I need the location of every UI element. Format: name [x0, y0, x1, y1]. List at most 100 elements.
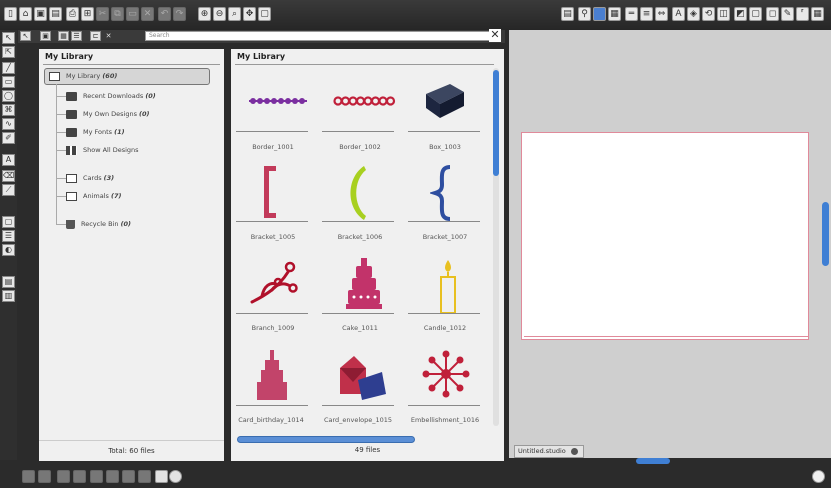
box-icon[interactable] [420, 80, 468, 122]
close-tab-icon[interactable] [570, 447, 578, 455]
divider [408, 405, 480, 406]
save-icon[interactable]: ▣ [34, 7, 47, 21]
eraser-tool-icon[interactable]: ⌫ [2, 170, 15, 182]
curve-tool-icon[interactable]: ∿ [2, 118, 15, 130]
tree-connector [56, 114, 66, 115]
library-toggle-icon[interactable]: ▣ [40, 31, 51, 41]
library-toolbar: ↖ ▣ ▦ ☰ ⊏ ✕ Search [18, 30, 505, 43]
tree-item-recent-downloads[interactable]: Recent Downloads (0) [66, 90, 156, 102]
grid-view-toggle-icon[interactable]: ▦ [58, 31, 69, 41]
ellipse-tool-icon[interactable]: ◯ [2, 90, 15, 102]
envelope-card-icon[interactable] [336, 352, 388, 402]
split-view-icon[interactable]: ▥ [2, 290, 15, 302]
shapes-icon[interactable]: ▢ [749, 7, 762, 21]
library-icon[interactable]: ▤ [49, 7, 62, 21]
close-library-icon[interactable]: ✕ [103, 31, 114, 41]
grid-scrollbar-thumb[interactable] [493, 70, 499, 176]
print-icon[interactable]: ⎙ [66, 7, 79, 21]
mirror-icon[interactable] [138, 470, 151, 483]
fill-tool-icon[interactable]: ◐ [2, 244, 15, 256]
search-input[interactable]: Search [145, 31, 500, 41]
polygon-tool-icon[interactable]: ⌘ [2, 104, 15, 116]
paren-icon[interactable] [344, 164, 368, 222]
trace-icon[interactable]: ◩ [734, 7, 747, 21]
tree-item-recycle-bin[interactable]: Recycle Bin (0) [66, 218, 131, 230]
release-compound-icon[interactable] [73, 470, 86, 483]
ungroup-icon[interactable] [38, 470, 51, 483]
square-bracket-icon[interactable] [259, 164, 279, 220]
offset-icon[interactable]: ◫ [717, 7, 730, 21]
freehand-tool-icon[interactable]: ✐ [2, 132, 15, 144]
select-tool-icon[interactable]: ↖ [2, 32, 15, 44]
canvas-vertical-scrollbar[interactable] [822, 202, 829, 266]
delete-icon[interactable]: ✕ [141, 7, 154, 21]
make-compound-icon[interactable] [57, 470, 70, 483]
text-style-icon[interactable]: A [672, 7, 685, 21]
knife-tool-icon[interactable]: ⟋ [2, 184, 15, 196]
list-view-toggle-icon[interactable]: ☰ [71, 31, 82, 41]
transform-icon[interactable]: ◈ [687, 7, 700, 21]
embellishment-icon[interactable] [422, 350, 470, 398]
layers-icon[interactable]: ☰ [2, 230, 15, 242]
zoom-fit-icon[interactable]: ⌕ [228, 7, 241, 21]
paste-icon[interactable]: ▭ [126, 7, 139, 21]
birthday-card-icon[interactable] [253, 348, 293, 402]
replicate-icon[interactable]: ⇔ [655, 7, 668, 21]
group-icon[interactable] [22, 470, 35, 483]
edit-points-icon[interactable]: ⇱ [2, 46, 15, 58]
grid-horizontal-scrollbar[interactable] [237, 436, 415, 443]
zoom-out-icon[interactable]: ⊖ [213, 7, 226, 21]
new-folder-icon[interactable]: ⊏ [90, 31, 101, 41]
divider [322, 221, 394, 222]
open-icon[interactable]: ⌂ [19, 7, 32, 21]
cut-style-icon[interactable] [155, 470, 168, 483]
fill-color-icon[interactable]: ▦ [608, 7, 621, 21]
redo-icon[interactable]: ↷ [173, 7, 186, 21]
design-page[interactable] [521, 132, 809, 340]
curly-brace-icon[interactable] [430, 165, 456, 221]
canvas-horizontal-scrollbar[interactable] [636, 458, 670, 464]
duplicate-icon[interactable] [90, 470, 103, 483]
fit-page-icon[interactable]: ▢ [258, 7, 271, 21]
cake-icon[interactable] [344, 256, 384, 312]
line-color-icon[interactable] [593, 7, 606, 21]
cut-icon[interactable]: ✂ [96, 7, 109, 21]
send-to-cutter-icon[interactable]: ⊞ [81, 7, 94, 21]
store-icon[interactable]: ◻ [766, 7, 779, 21]
tree-item-show-all-designs[interactable]: Show All Designs [66, 144, 139, 156]
design-label: Card_birthday_1014 [238, 416, 304, 424]
close-icon[interactable]: ✕ [489, 29, 501, 42]
candle-icon[interactable] [436, 258, 460, 314]
border-beads-icon[interactable] [247, 93, 309, 109]
tree-item-animals[interactable]: Animals (7) [66, 190, 121, 202]
undo-icon[interactable]: ↶ [158, 7, 171, 21]
copy-icon[interactable]: ⧉ [111, 7, 124, 21]
line-tool-icon[interactable]: ╱ [2, 62, 15, 74]
tree-item-my-library[interactable]: My Library (60) [49, 70, 117, 82]
page-settings-icon[interactable]: ▤ [561, 7, 574, 21]
cut-settings-icon[interactable]: ⚲ [578, 7, 591, 21]
page-view-icon[interactable]: ▢ [2, 216, 15, 228]
tree-item-cards[interactable]: Cards (3) [66, 172, 114, 184]
zoom-in-icon[interactable]: ⊕ [198, 7, 211, 21]
new-document-icon[interactable]: ▯ [4, 7, 17, 21]
line-style-icon[interactable]: ═ [625, 7, 638, 21]
rectangle-tool-icon[interactable]: ▭ [2, 76, 15, 88]
delete-object-icon[interactable] [106, 470, 119, 483]
tree-item-my-own-designs[interactable]: My Own Designs (0) [66, 108, 150, 120]
settings-icon[interactable] [169, 470, 182, 483]
library-view-icon[interactable]: ▤ [2, 276, 15, 288]
arrow-icon[interactable]: ↖ [20, 31, 31, 41]
branch-icon[interactable] [248, 256, 302, 310]
grid-view-icon[interactable]: ▦ [811, 7, 824, 21]
text-tool-icon[interactable]: A [2, 154, 15, 166]
tree-item-my-fonts[interactable]: My Fonts (1) [66, 126, 125, 138]
document-tab[interactable]: Untitled.studio [514, 445, 584, 458]
align-icon[interactable]: ≡ [640, 7, 653, 21]
rotate-icon[interactable]: ⟲ [702, 7, 715, 21]
weld-icon[interactable] [122, 470, 135, 483]
border-rings-icon[interactable] [333, 93, 397, 109]
pan-icon[interactable]: ✥ [243, 7, 256, 21]
pen-icon[interactable]: ✎ [781, 7, 794, 21]
brackets-icon[interactable]: ⸢ [796, 7, 809, 21]
